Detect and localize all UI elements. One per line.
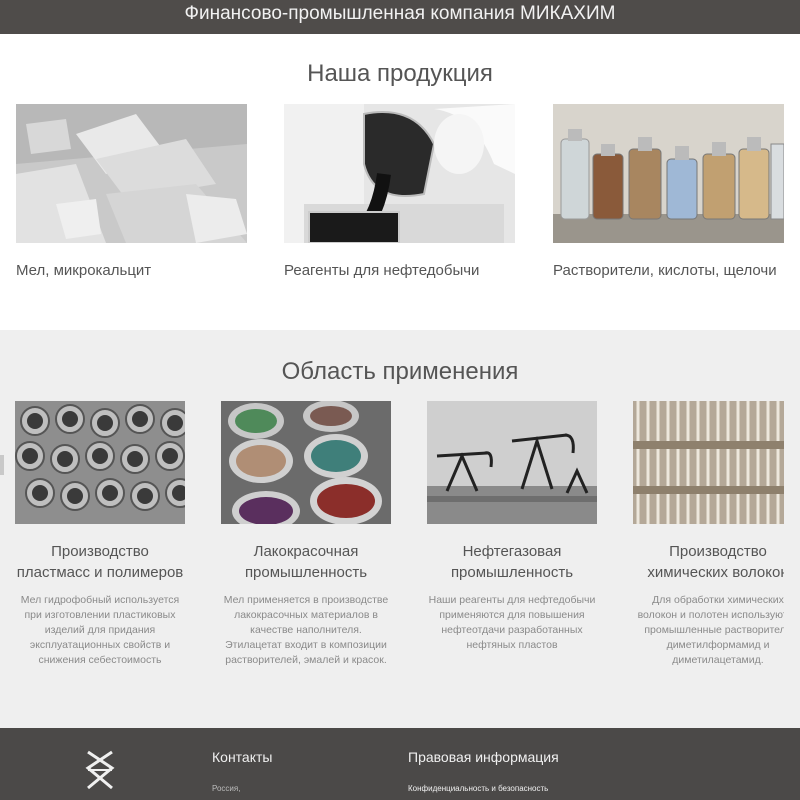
chemical-bottles-image[interactable]	[553, 104, 784, 243]
oil-pumps-image[interactable]	[427, 401, 597, 524]
carousel-prev-icon[interactable]	[0, 455, 4, 475]
application-title[interactable]: Лакокрасочная промышленность	[221, 541, 391, 583]
site-footer: Контакты Россия, Правовая информация Кон…	[0, 728, 800, 800]
chalk-image[interactable]	[16, 104, 247, 243]
product-card[interactable]: Растворители, кислоты, щелочи	[553, 104, 784, 282]
site-header: Финансово-промышленная компания МИКАХИМ	[0, 0, 800, 34]
application-card[interactable]: Лакокрасочная промышленность Мел применя…	[221, 401, 391, 668]
oil-reagent-pour-image[interactable]	[284, 104, 515, 243]
product-card[interactable]: Мел, микрокальцит	[16, 104, 247, 282]
application-description: Мел гидрофобный используется при изготов…	[20, 594, 180, 666]
footer-privacy-link[interactable]: Конфиденциальность и безопасность	[408, 784, 548, 793]
application-description: Мел применяется в производстве лакокрасо…	[223, 594, 389, 666]
company-logo-icon	[85, 750, 115, 790]
site-title: Финансово-промышленная компания МИКАХИМ	[184, 3, 616, 24]
applications-section-title: Область применения	[281, 358, 519, 385]
application-title[interactable]: Производство химических волокон	[633, 541, 784, 583]
application-description: Для обработки химических волокон и полот…	[637, 594, 784, 666]
application-description: Наши реагенты для нефтедобычи применяютс…	[428, 594, 596, 651]
application-card[interactable]: Производство химических волокон Для обра…	[633, 401, 784, 668]
product-label[interactable]: Реагенты для нефтедобычи	[284, 260, 515, 282]
footer-contacts-line: Россия,	[212, 784, 241, 793]
footer-contacts-title: Контакты	[212, 749, 273, 765]
application-card[interactable]: Производство пластмасс и полимеров Мел г…	[15, 401, 185, 668]
product-label[interactable]: Растворители, кислоты, щелочи	[553, 260, 784, 282]
products-section-title: Наша продукция	[307, 60, 493, 87]
application-card[interactable]: Нефтегазовая промышленность Наши реагент…	[427, 401, 597, 653]
product-card[interactable]: Реагенты для нефтедобычи	[284, 104, 515, 282]
plastic-pipes-image[interactable]	[15, 401, 185, 524]
application-title[interactable]: Нефтегазовая промышленность	[427, 541, 597, 583]
chemical-fibers-image[interactable]	[633, 401, 784, 524]
application-title[interactable]: Производство пластмасс и полимеров	[15, 541, 185, 583]
footer-legal-title: Правовая информация	[408, 749, 559, 765]
product-label[interactable]: Мел, микрокальцит	[16, 260, 247, 282]
paint-cans-image[interactable]	[221, 401, 391, 524]
